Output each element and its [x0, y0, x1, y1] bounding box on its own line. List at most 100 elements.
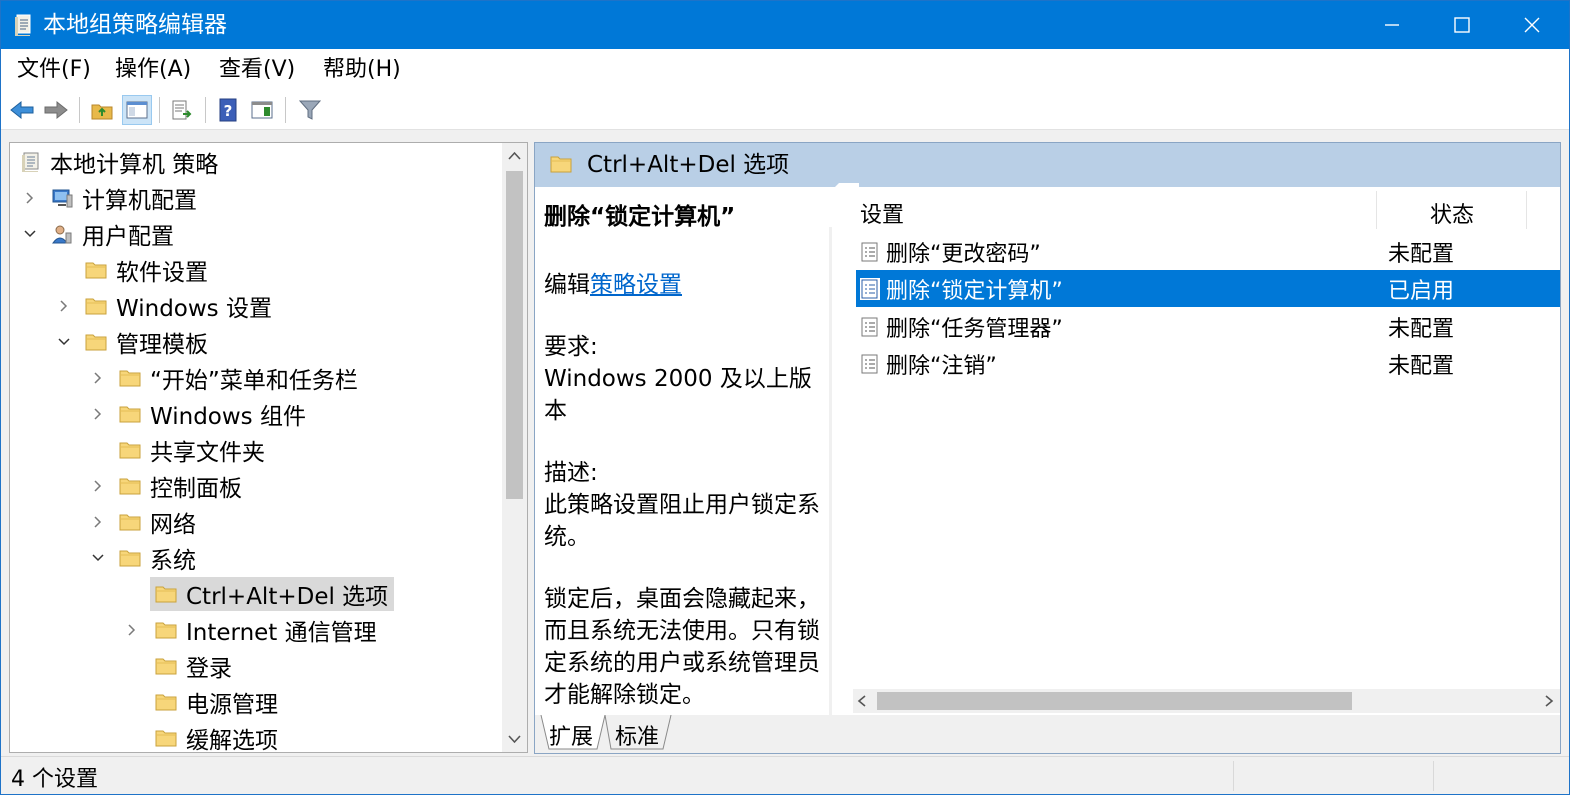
folder-icon [85, 262, 107, 279]
tree-item-system[interactable]: 系统 [118, 541, 196, 575]
tree-item-windows-components[interactable]: Windows 组件 [118, 397, 306, 431]
folder-icon [119, 478, 141, 495]
details-header-title: Ctrl+Alt+Del 选项 [587, 152, 790, 178]
chevron-down-icon[interactable] [56, 334, 72, 350]
setting-name: 删除“更改密码” [886, 241, 1041, 267]
minimize-button[interactable] [1357, 1, 1427, 49]
app-window: 本地组策略编辑器 文件(F) 操作(A) 查看(V) 帮助(H) ? 本地计算机… [0, 0, 1570, 795]
tree-item-logon[interactable]: 登录 [154, 649, 232, 683]
policy-settings-link[interactable]: 策略设置 [590, 272, 682, 298]
action-pane-icon [251, 101, 273, 119]
show-hide-action-pane-button[interactable] [247, 95, 277, 125]
tree-label: Windows 设置 [116, 296, 272, 322]
tree-label: 登录 [186, 656, 232, 682]
tab-standard[interactable]: 标准 [615, 719, 659, 751]
chevron-right-icon[interactable] [1544, 695, 1554, 707]
policy-setting-icon [861, 354, 878, 373]
scrollbar-thumb[interactable] [506, 171, 523, 499]
tree-item-ctrl-alt-del[interactable]: Ctrl+Alt+Del 选项 [150, 577, 395, 611]
tree-item-windows-settings[interactable]: Windows 设置 [84, 289, 272, 323]
policy-setting-icon [861, 242, 878, 261]
setting-state: 未配置 [1388, 353, 1455, 379]
table-row[interactable]: 删除“更改密码” 未配置 [856, 233, 1560, 270]
console-tree-icon [126, 101, 148, 119]
toolbar-separator [159, 97, 160, 123]
chevron-right-icon[interactable] [22, 190, 38, 206]
tree-item-internet-comm[interactable]: Internet 通信管理 [154, 613, 377, 647]
chevron-up-icon[interactable] [508, 151, 521, 161]
column-header-setting[interactable]: 设置 [860, 197, 904, 229]
tree-label: Windows 组件 [150, 404, 306, 430]
help-icon: ? [219, 98, 237, 122]
maximize-button[interactable] [1427, 1, 1497, 49]
description-text: 此策略设置阻止用户锁定系统。 [544, 492, 820, 550]
table-row[interactable]: 删除“锁定计算机” 已启用 [856, 270, 1560, 307]
forward-arrow-icon [44, 100, 68, 120]
chevron-right-icon[interactable] [56, 298, 72, 314]
export-list-icon [172, 100, 192, 120]
back-button[interactable] [7, 95, 37, 125]
folder-icon [119, 406, 141, 423]
close-button[interactable] [1497, 1, 1567, 49]
policy-app-icon [15, 14, 31, 36]
settings-list: 设置 状态 删除“更改密码” 未配置 删除“锁定计算机” 已启用 删除“任务管理… [832, 187, 1560, 715]
setting-state: 已启用 [1388, 278, 1455, 304]
menu-action[interactable]: 操作(A) [115, 55, 191, 85]
edit-prefix: 编辑 [544, 272, 590, 298]
tree-item-start-menu[interactable]: “开始”菜单和任务栏 [118, 361, 358, 395]
chevron-right-icon[interactable] [90, 370, 106, 386]
help-button[interactable]: ? [213, 95, 243, 125]
column-divider[interactable] [1526, 191, 1527, 229]
forward-button[interactable] [41, 95, 71, 125]
folder-icon [155, 658, 177, 675]
filter-button[interactable] [295, 95, 325, 125]
folder-icon [155, 730, 177, 747]
tab-extended[interactable]: 扩展 [549, 719, 593, 751]
chevron-down-icon[interactable] [508, 734, 521, 744]
chevron-down-icon[interactable] [22, 226, 38, 242]
menu-view[interactable]: 查看(V) [219, 55, 295, 85]
setting-title: 删除“锁定计算机” [544, 204, 736, 230]
column-divider[interactable] [1376, 191, 1377, 229]
tree-scrollbar[interactable] [502, 143, 527, 752]
menu-file[interactable]: 文件(F) [17, 55, 91, 85]
tree-item-control-panel[interactable]: 控制面板 [118, 469, 242, 503]
title-bar: 本地组策略编辑器 [1, 1, 1569, 49]
tree-label: 管理模板 [116, 332, 208, 358]
tree-item-computer-config[interactable]: 计算机配置 [50, 181, 197, 215]
tree-item-power[interactable]: 电源管理 [154, 685, 278, 719]
tree-item-software-settings[interactable]: 软件设置 [84, 253, 208, 287]
status-divider [1433, 761, 1434, 791]
tree-item-admin-templates[interactable]: 管理模板 [84, 325, 208, 359]
folder-icon [119, 550, 141, 567]
show-hide-tree-button[interactable] [122, 95, 152, 125]
tree-label: Ctrl+Alt+Del 选项 [186, 584, 389, 610]
chevron-right-icon[interactable] [124, 622, 140, 638]
tree-root[interactable]: 本地计算机 策略 [18, 145, 218, 179]
table-row[interactable]: 删除“任务管理器” 未配置 [856, 308, 1560, 345]
folder-icon [155, 622, 177, 639]
status-divider [1233, 761, 1234, 791]
list-horizontal-scrollbar[interactable] [853, 689, 1560, 713]
tree-label: 软件设置 [116, 260, 208, 286]
client-area: 本地计算机 策略 计算机配置 用户配置 软件设置 Windows 设置 管理模板… [1, 130, 1569, 756]
chevron-right-icon[interactable] [90, 514, 106, 530]
column-header-state[interactable]: 状态 [1430, 197, 1474, 229]
tree-label: 缓解选项 [186, 728, 278, 753]
details-pane: Ctrl+Alt+Del 选项 删除“锁定计算机” 编辑策略设置 要求: Win… [534, 142, 1561, 754]
table-row[interactable]: 删除“注销” 未配置 [856, 345, 1560, 382]
window-title: 本地组策略编辑器 [43, 12, 227, 38]
extended-description: 删除“锁定计算机” 编辑策略设置 要求: Windows 2000 及以上版本 … [535, 187, 829, 715]
tree-item-network[interactable]: 网络 [118, 505, 196, 539]
chevron-left-icon[interactable] [857, 695, 867, 707]
tree-item-user-config[interactable]: 用户配置 [50, 217, 174, 251]
chevron-down-icon[interactable] [90, 550, 106, 566]
tree-item-mitigation[interactable]: 缓解选项 [154, 721, 278, 753]
scrollbar-thumb[interactable] [877, 692, 1352, 710]
export-list-button[interactable] [167, 95, 197, 125]
chevron-right-icon[interactable] [90, 478, 106, 494]
tree-item-shared-folders[interactable]: 共享文件夹 [118, 433, 265, 467]
chevron-right-icon[interactable] [90, 406, 106, 422]
menu-help[interactable]: 帮助(H) [323, 55, 401, 85]
up-level-button[interactable] [87, 95, 117, 125]
